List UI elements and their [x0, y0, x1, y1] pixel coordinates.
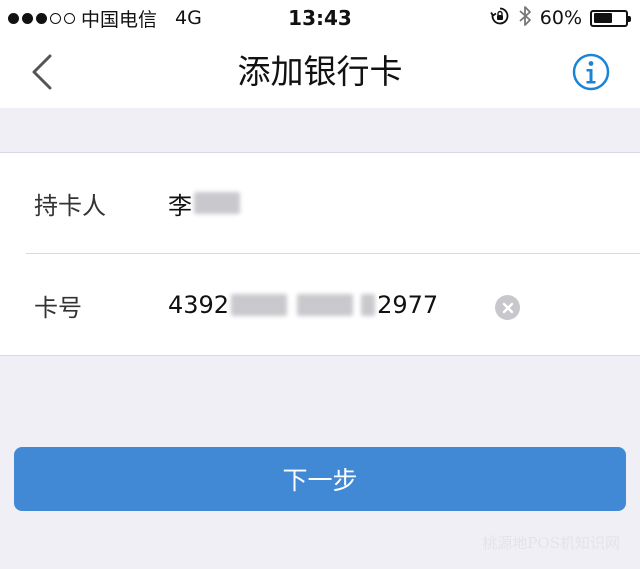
- cardholder-value: 李: [168, 186, 242, 221]
- battery-fill: [593, 13, 613, 23]
- rotation-lock-icon: [490, 6, 510, 31]
- card-number-redacted: [231, 294, 288, 316]
- card-number-suffix: 2977: [377, 291, 439, 319]
- battery-icon: [590, 9, 631, 27]
- info-icon: [572, 53, 610, 91]
- battery-percent: 60%: [539, 7, 582, 29]
- watermark: 桃源地POS机知识网: [482, 534, 620, 552]
- row-divider: [26, 253, 640, 254]
- page-title: 添加银行卡: [237, 52, 403, 91]
- cardholder-row: 持卡人 李: [0, 153, 640, 253]
- status-right: 60%: [490, 0, 631, 36]
- info-button[interactable]: [572, 53, 610, 91]
- cardholder-label: 持卡人: [34, 191, 106, 220]
- card-number-input[interactable]: 4392 2977: [168, 291, 438, 319]
- next-button[interactable]: 下一步: [14, 447, 626, 511]
- card-number-prefix: 4392: [168, 291, 230, 319]
- cardholder-name-redacted: [194, 192, 240, 214]
- navigation-bar: 添加银行卡: [0, 36, 640, 108]
- clear-icon: [502, 302, 513, 313]
- card-number-redacted: [361, 294, 376, 316]
- card-number-row[interactable]: 卡号 4392 2977: [0, 255, 640, 355]
- card-number-redacted: [297, 294, 354, 316]
- bluetooth-icon: [518, 5, 532, 32]
- card-number-label: 卡号: [34, 293, 82, 322]
- bank-card-form: 持卡人 李 卡号 4392 2977: [0, 152, 640, 356]
- cardholder-name: 李: [168, 191, 192, 220]
- clear-button[interactable]: [495, 295, 520, 320]
- status-bar: 中国电信 4G 13:43 60%: [0, 0, 640, 36]
